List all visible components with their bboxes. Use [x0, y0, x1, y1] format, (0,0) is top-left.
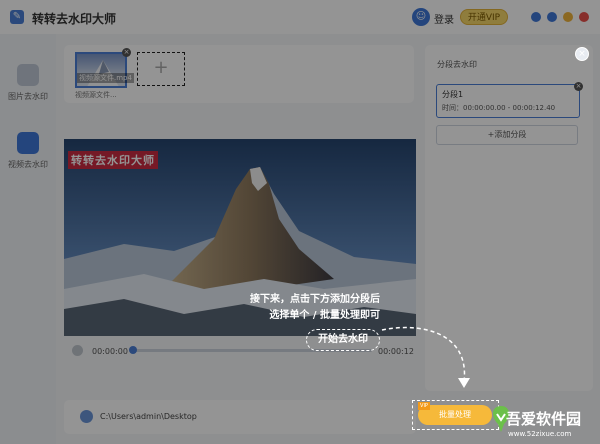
- image-icon: [17, 64, 39, 86]
- video-icon: [17, 132, 39, 154]
- segment-panel-title: 分段去水印: [437, 60, 477, 69]
- delete-segment-icon[interactable]: ×: [574, 82, 583, 91]
- close-button[interactable]: [579, 12, 589, 22]
- site-watermark-url: www.52zixue.com: [508, 430, 572, 438]
- thumbnail-filename: 视频源文件.mp4: [77, 73, 134, 83]
- avatar-icon[interactable]: ☺: [412, 8, 430, 26]
- skin-button[interactable]: [531, 12, 541, 22]
- app-logo-icon: ✎: [10, 10, 24, 24]
- site-watermark-name: 吾爱软件园: [506, 410, 582, 428]
- output-path: C:\Users\admin\Desktop: [100, 412, 197, 421]
- guide-arrow-icon: [381, 326, 470, 388]
- minimize-button[interactable]: [563, 12, 573, 22]
- close-guide-icon[interactable]: ×: [575, 47, 589, 61]
- current-time: 00:00:00: [92, 347, 128, 356]
- folder-icon[interactable]: [80, 410, 93, 423]
- guide-text-line2: 选择单个 / 批量处理即可: [269, 310, 380, 321]
- vip-badge: VIP: [418, 402, 430, 410]
- login-link[interactable]: 登录: [434, 11, 454, 26]
- sidebar-item-video-watermark[interactable]: 视频去水印: [0, 132, 56, 170]
- guide-text-line1: 接下来，点击下方添加分段后: [250, 294, 380, 305]
- sidebar-item-label: 图片去水印: [8, 92, 48, 101]
- thumbnail-caption: 视频源文件...: [75, 91, 117, 99]
- sidebar-item-image-watermark[interactable]: 图片去水印: [0, 64, 56, 102]
- start-remove-button[interactable]: 开始去水印: [306, 329, 380, 351]
- watermark-box[interactable]: 转转去水印大师: [68, 151, 158, 169]
- segment-name: 分段1: [442, 90, 464, 99]
- progress-handle[interactable]: [129, 346, 137, 354]
- remove-file-icon[interactable]: ×: [122, 48, 131, 57]
- play-icon[interactable]: [72, 345, 83, 356]
- segment-time: 时间：00:00:00.00 - 00:00:12.40: [442, 104, 556, 112]
- app-title: 转转去水印大师: [32, 12, 117, 26]
- add-segment-button[interactable]: +添加分段: [436, 125, 578, 145]
- add-file-button[interactable]: +: [137, 52, 185, 86]
- sidebar-item-label: 视频去水印: [8, 160, 48, 169]
- vip-button[interactable]: 开通VIP: [460, 9, 508, 25]
- menu-button[interactable]: [547, 12, 557, 22]
